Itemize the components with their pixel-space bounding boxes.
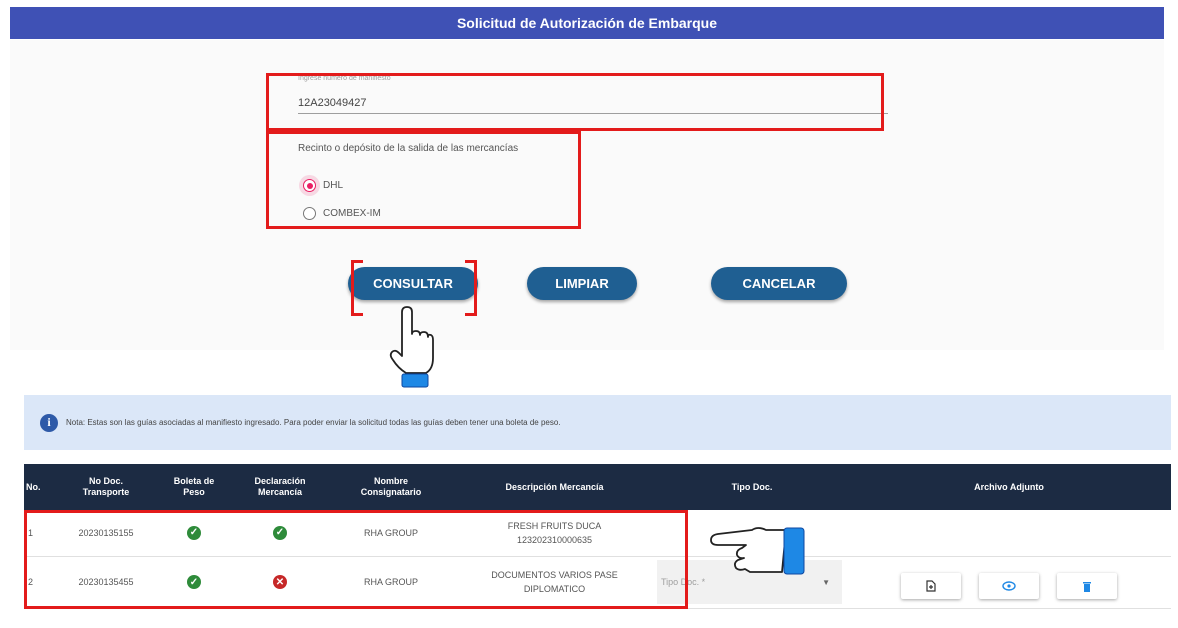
- trash-icon: [1083, 581, 1091, 592]
- consult-button[interactable]: CONSULTAR: [348, 267, 478, 300]
- highlight-manifest: [266, 73, 884, 131]
- upload-file-button[interactable]: [901, 573, 961, 599]
- cancel-button[interactable]: CANCELAR: [711, 267, 847, 300]
- note-text: Nota: Estas son las guías asociadas al m…: [66, 418, 561, 427]
- delete-file-button[interactable]: [1057, 573, 1117, 599]
- highlight-bracket-right: [465, 260, 477, 316]
- attachment-actions: [847, 565, 1171, 599]
- highlight-table-rows: [24, 510, 688, 609]
- pointing-hand-icon: [389, 306, 434, 388]
- col-header-tipo-doc: Tipo Doc.: [657, 464, 847, 510]
- clear-button[interactable]: LIMPIAR: [527, 267, 637, 300]
- col-header-declaracion: Declaración Mercancía: [230, 464, 330, 510]
- col-header-descripcion: Descripción Mercancía: [452, 464, 657, 510]
- col-header-doc: No Doc. Transporte: [54, 464, 158, 510]
- file-add-icon: [926, 580, 936, 592]
- header-line: Mercancía: [257, 487, 303, 497]
- eye-icon: [1002, 581, 1016, 591]
- col-header-consignatario: Nombre Consignatario: [330, 464, 452, 510]
- header-line: Declaración: [254, 476, 306, 486]
- page-header: Solicitud de Autorización de Embarque: [10, 7, 1164, 39]
- highlight-deposit: [266, 131, 581, 229]
- header-line: Peso: [183, 487, 205, 497]
- dropdown-arrow-icon: ▼: [822, 577, 830, 587]
- header-line: Consignatario: [360, 487, 422, 497]
- header-line: Boleta de: [173, 476, 215, 486]
- cell-adjunto: [847, 556, 1171, 609]
- header-line: No Doc.: [88, 476, 123, 486]
- header-line: Nombre: [373, 476, 408, 486]
- info-note: i Nota: Estas son las guías asociadas al…: [24, 395, 1171, 450]
- cell-adjunto: [847, 510, 1171, 557]
- header-line: Transporte: [82, 487, 130, 497]
- info-icon: i: [40, 413, 58, 432]
- col-header-no: No.: [24, 464, 54, 510]
- col-header-boleta: Boleta de Peso: [158, 464, 230, 510]
- highlight-bracket-left: [351, 260, 363, 316]
- view-file-button[interactable]: [979, 573, 1039, 599]
- table-header-row: No. No Doc. Transporte Boleta de Peso Decl…: [24, 464, 1171, 510]
- col-header-adjunto: Archivo Adjunto: [847, 464, 1171, 510]
- pointing-hand-left-icon: [710, 527, 805, 575]
- page-title: Solicitud de Autorización de Embarque: [456, 15, 718, 31]
